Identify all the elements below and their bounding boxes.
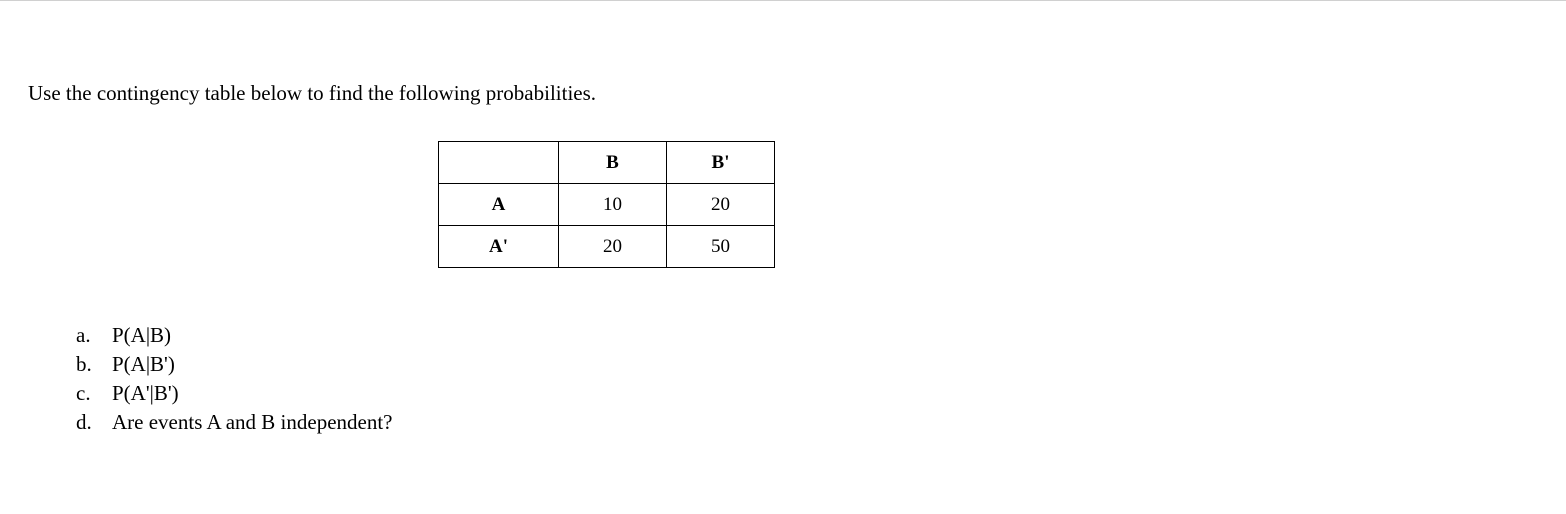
instruction-text: Use the contingency table below to find …: [28, 81, 1566, 106]
question-marker: a.: [76, 323, 112, 348]
table-header-bprime: B': [667, 142, 775, 184]
question-text: P(A'|B'): [112, 381, 179, 406]
question-marker: d.: [76, 410, 112, 435]
table-header-b: B: [559, 142, 667, 184]
table-cell: 20: [667, 184, 775, 226]
page-top-rule: [0, 0, 1566, 1]
question-item: c. P(A'|B'): [76, 381, 1566, 406]
table-corner-cell: [439, 142, 559, 184]
question-marker: b.: [76, 352, 112, 377]
question-text: P(A|B'): [112, 352, 175, 377]
question-item: b. P(A|B'): [76, 352, 1566, 377]
table-cell: 50: [667, 226, 775, 268]
table-header-row: B B': [439, 142, 775, 184]
question-marker: c.: [76, 381, 112, 406]
question-item: a. P(A|B): [76, 323, 1566, 348]
document-content: Use the contingency table below to find …: [0, 81, 1566, 435]
question-text: Are events A and B independent?: [112, 410, 393, 435]
contingency-table-wrapper: B B' A 10 20 A' 20 50: [438, 141, 1566, 268]
table-row-label-a: A: [439, 184, 559, 226]
table-row: A 10 20: [439, 184, 775, 226]
table-row: A' 20 50: [439, 226, 775, 268]
question-text: P(A|B): [112, 323, 171, 348]
question-item: d. Are events A and B independent?: [76, 410, 1566, 435]
table-row-label-aprime: A': [439, 226, 559, 268]
table-cell: 20: [559, 226, 667, 268]
table-cell: 10: [559, 184, 667, 226]
question-list: a. P(A|B) b. P(A|B') c. P(A'|B') d. Are …: [76, 323, 1566, 435]
contingency-table: B B' A 10 20 A' 20 50: [438, 141, 775, 268]
